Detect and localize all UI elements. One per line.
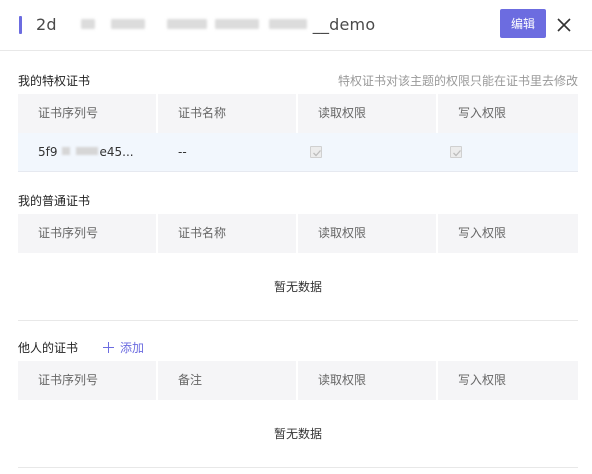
privileged-section-hint: 特权证书对该主题的权限只能在证书里去修改: [337, 74, 578, 88]
column-header-read: 读取权限: [298, 94, 438, 133]
serial-prefix: 5f9: [38, 145, 58, 159]
privileged-cert-table: 证书序列号 证书名称 读取权限 写入权限 5f9 e45... --: [18, 94, 578, 172]
table-row[interactable]: 5f9 e45... --: [18, 133, 578, 172]
table-header: 证书序列号 证书名称 读取权限 写入权限: [18, 214, 578, 253]
column-header-write: 写入权限: [458, 226, 507, 240]
cert-serial-cell: 5f9 e45...: [18, 133, 158, 171]
privileged-section-title: 我的特权证书: [18, 74, 91, 88]
column-header-read: 读取权限: [298, 214, 438, 253]
dialog-header: 2d __demo 编辑: [0, 0, 592, 51]
column-header-serial: 证书序列号: [18, 94, 158, 133]
others-section-title: 他人的证书: [18, 341, 79, 355]
column-header-name: 证书名称: [158, 94, 298, 133]
column-header-serial: 证书序列号: [18, 214, 158, 253]
table-header: 证书序列号 备注 读取权限 写入权限: [18, 361, 578, 400]
column-header-name: 证书名称: [158, 214, 298, 253]
add-cert-button[interactable]: 添加: [103, 339, 144, 356]
read-permission-cell: [298, 133, 438, 171]
edit-button[interactable]: 编辑: [500, 9, 546, 38]
close-icon[interactable]: [554, 15, 574, 35]
add-cert-label: 添加: [120, 341, 145, 355]
cert-name-cell: --: [178, 145, 187, 159]
column-header-read: 读取权限: [298, 361, 438, 400]
write-permission-cell: [438, 133, 578, 171]
normal-cert-table: 证书序列号 证书名称 读取权限 写入权限 暂无数据: [18, 214, 578, 321]
title-accent-bar: [19, 16, 22, 34]
column-header-remark: 备注: [158, 361, 298, 400]
serial-suffix: e45...: [99, 145, 134, 159]
redacted-text: [59, 15, 311, 33]
empty-state: 暂无数据: [18, 253, 578, 321]
table-header: 证书序列号 证书名称 读取权限 写入权限: [18, 94, 578, 133]
write-permission-checkbox[interactable]: [450, 146, 462, 158]
plus-icon: [103, 342, 114, 353]
others-cert-table: 证书序列号 备注 读取权限 写入权限 暂无数据: [18, 361, 578, 468]
topic-title-prefix: 2d: [36, 15, 57, 34]
empty-state: 暂无数据: [18, 400, 578, 468]
redacted-text: [58, 145, 100, 157]
normal-section-title: 我的普通证书: [18, 194, 91, 208]
read-permission-checkbox[interactable]: [310, 146, 322, 158]
topic-title-suffix: __demo: [312, 15, 376, 34]
column-header-write: 写入权限: [458, 106, 507, 120]
column-header-write: 写入权限: [458, 373, 507, 387]
column-header-serial: 证书序列号: [18, 361, 158, 400]
topic-title: 2d __demo: [36, 15, 375, 34]
